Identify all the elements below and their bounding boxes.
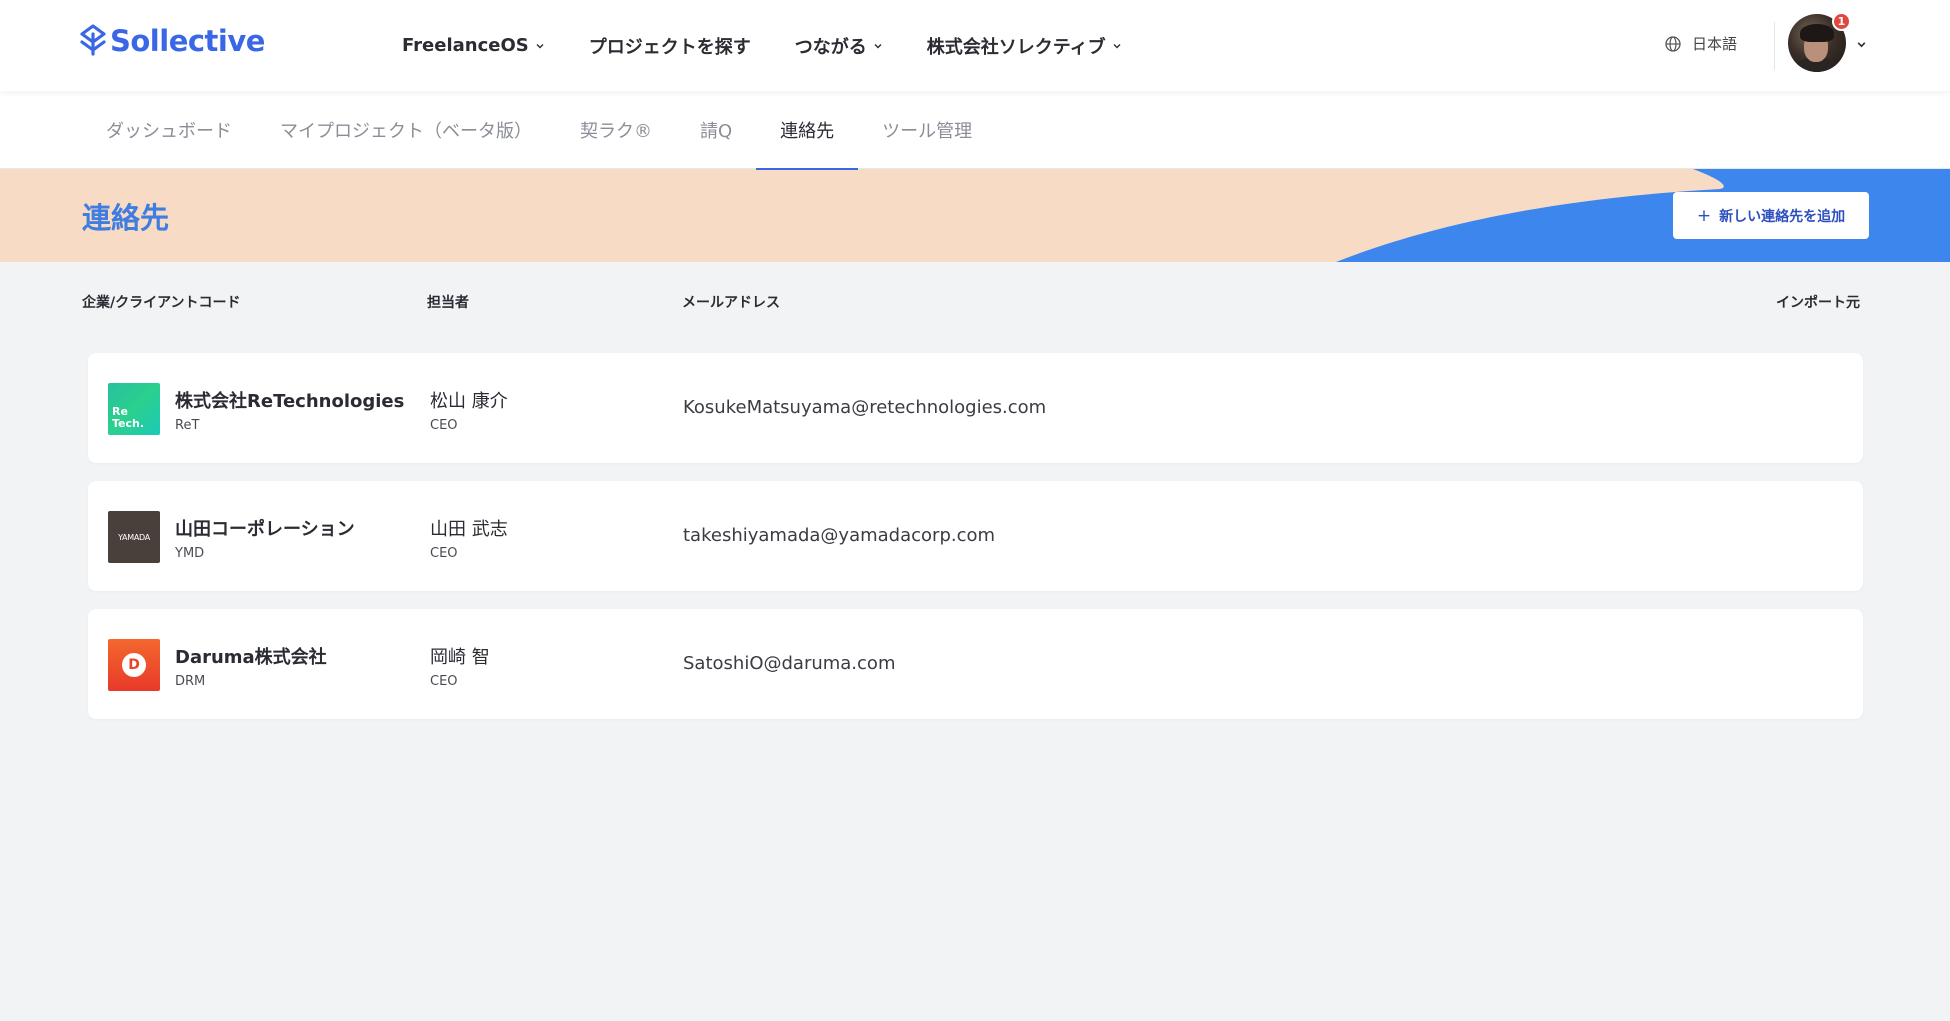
sollective-logo-icon <box>80 24 106 56</box>
contact-role: CEO <box>430 546 458 561</box>
nav-freelanceos-label: FreelanceOS <box>402 35 529 56</box>
sub-nav: ダッシュボード マイプロジェクト（ベータ版） 契ラク® 請Q 連絡先 ツール管理 <box>0 91 1950 170</box>
contacts-list: Re Tech. 株式会社ReTechnologies ReT 松山 康介 CE… <box>88 353 1863 737</box>
contact-role: CEO <box>430 674 458 689</box>
client-code: YMD <box>175 546 205 561</box>
company-name: 山田コーポレーション <box>175 519 355 540</box>
contact-email: takeshiyamada@yamadacorp.com <box>683 525 996 546</box>
logo-text: Sollective <box>110 24 265 58</box>
add-contact-button[interactable]: + 新しい連絡先を追加 <box>1673 192 1869 239</box>
header-divider <box>1774 22 1775 70</box>
chevron-down-icon <box>1857 42 1866 48</box>
company-logo: Re Tech. <box>108 383 160 435</box>
company-name: 株式会社ReTechnologies <box>175 391 405 412</box>
column-company[interactable]: 企業/クライアントコード <box>82 292 241 312</box>
tab-keiraku[interactable]: 契ラク® <box>556 91 676 169</box>
nav-connect[interactable]: つながる <box>795 33 883 59</box>
company-logo-text: YAMADA <box>118 532 150 542</box>
tab-contacts[interactable]: 連絡先 <box>756 91 859 170</box>
nav-connect-label: つながる <box>794 36 867 58</box>
contact-person: 岡崎 智 <box>430 647 490 668</box>
company-name: Daruma株式会社 <box>175 647 327 668</box>
contact-email: KosukeMatsuyama@retechnologies.com <box>683 397 1047 418</box>
tab-seiq[interactable]: 請Q <box>676 91 756 169</box>
column-person[interactable]: 担当者 <box>427 292 469 312</box>
column-import-source[interactable]: インポート元 <box>1776 292 1860 312</box>
tab-dashboard[interactable]: ダッシュボード <box>82 91 256 169</box>
contact-email: SatoshiO@daruma.com <box>683 653 896 674</box>
sollective-logo[interactable]: Sollective <box>80 24 265 58</box>
table-header: 企業/クライアントコード 担当者 メールアドレス インポート元 <box>0 262 1950 336</box>
client-code: DRM <box>175 674 206 689</box>
contact-person: 松山 康介 <box>430 391 508 412</box>
plus-icon: + <box>1696 205 1712 226</box>
nav-company-label: 株式会社ソレクティブ <box>926 36 1106 58</box>
chevron-down-icon <box>1113 43 1121 48</box>
contact-role: CEO <box>430 418 458 433</box>
nav-freelanceos[interactable]: FreelanceOS <box>402 35 545 56</box>
add-contact-label: 新しい連絡先を追加 <box>1719 208 1846 225</box>
user-menu[interactable]: 1 <box>1788 12 1866 76</box>
company-logo: D <box>108 639 160 691</box>
company-logo-text: D <box>128 657 140 673</box>
company-logo-text: Re Tech. <box>112 405 145 430</box>
nav-find-projects-label: プロジェクトを探す <box>588 36 751 58</box>
table-row[interactable]: Re Tech. 株式会社ReTechnologies ReT 松山 康介 CE… <box>88 353 1863 463</box>
client-code: ReT <box>175 418 200 433</box>
company-logo: YAMADA <box>108 511 160 563</box>
column-email[interactable]: メールアドレス <box>682 292 780 312</box>
top-header: Sollective FreelanceOS プロジェクトを探す つながる 株式… <box>0 0 1950 91</box>
chevron-down-icon <box>874 43 882 48</box>
table-row[interactable]: D Daruma株式会社 DRM 岡崎 智 CEO SatoshiO@darum… <box>88 609 1863 719</box>
table-row[interactable]: YAMADA 山田コーポレーション YMD 山田 武志 CEO takeshiy… <box>88 481 1863 591</box>
page-title: 連絡先 <box>82 201 170 235</box>
tab-tool-management[interactable]: ツール管理 <box>858 91 996 169</box>
notification-badge: 1 <box>1832 12 1851 31</box>
main-nav: FreelanceOS プロジェクトを探す つながる 株式会社ソレクティブ <box>402 0 1166 91</box>
globe-icon <box>1665 35 1681 52</box>
language-label: 日本語 <box>1692 35 1738 53</box>
tab-my-projects[interactable]: マイプロジェクト（ベータ版） <box>256 91 556 169</box>
page-hero: 連絡先 + 新しい連絡先を追加 <box>0 169 1950 262</box>
hero-wave-decoration <box>1336 169 1950 262</box>
contact-person: 山田 武志 <box>430 519 508 540</box>
language-selector[interactable]: 日本語 <box>1664 33 1737 54</box>
nav-find-projects[interactable]: プロジェクトを探す <box>589 33 751 59</box>
nav-company-switcher[interactable]: 株式会社ソレクティブ <box>927 33 1122 59</box>
chevron-down-icon <box>536 43 544 48</box>
